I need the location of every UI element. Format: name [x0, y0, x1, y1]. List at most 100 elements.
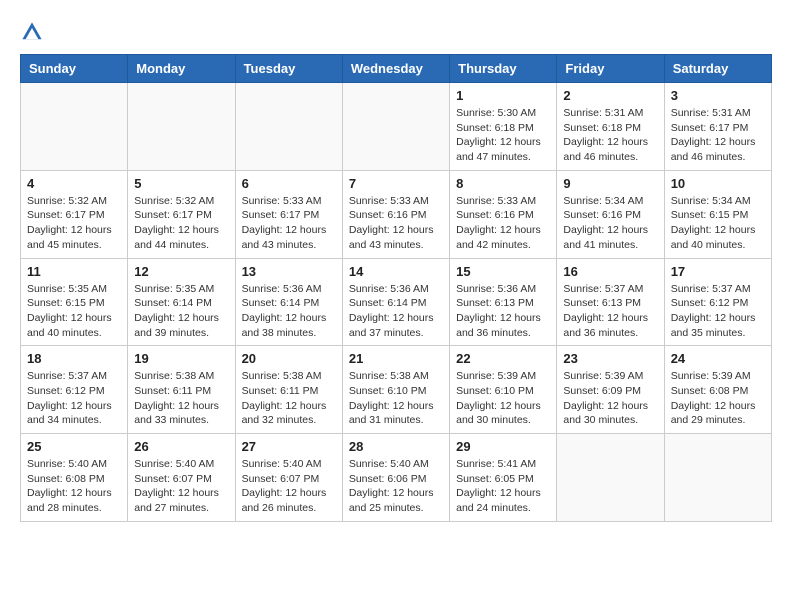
calendar-day-cell: 20 Sunrise: 5:38 AM Sunset: 6:11 PM Dayli…	[235, 346, 342, 434]
day-info: Sunrise: 5:40 AM Sunset: 6:06 PM Dayligh…	[349, 457, 443, 516]
day-info: Sunrise: 5:41 AM Sunset: 6:05 PM Dayligh…	[456, 457, 550, 516]
calendar-day-cell: 25 Sunrise: 5:40 AM Sunset: 6:08 PM Dayli…	[21, 434, 128, 522]
day-number: 21	[349, 351, 443, 366]
day-number: 6	[242, 176, 336, 191]
calendar-day-cell	[235, 83, 342, 171]
day-info: Sunrise: 5:35 AM Sunset: 6:15 PM Dayligh…	[27, 282, 121, 341]
calendar-day-header: Wednesday	[342, 55, 449, 83]
day-info: Sunrise: 5:30 AM Sunset: 6:18 PM Dayligh…	[456, 106, 550, 165]
day-number: 19	[134, 351, 228, 366]
day-info: Sunrise: 5:32 AM Sunset: 6:17 PM Dayligh…	[134, 194, 228, 253]
day-number: 17	[671, 264, 765, 279]
calendar-day-cell	[664, 434, 771, 522]
calendar-day-cell: 2 Sunrise: 5:31 AM Sunset: 6:18 PM Daylig…	[557, 83, 664, 171]
calendar-day-cell: 21 Sunrise: 5:38 AM Sunset: 6:10 PM Dayli…	[342, 346, 449, 434]
calendar-day-cell: 22 Sunrise: 5:39 AM Sunset: 6:10 PM Dayli…	[450, 346, 557, 434]
calendar-day-cell: 17 Sunrise: 5:37 AM Sunset: 6:12 PM Dayli…	[664, 258, 771, 346]
day-number: 4	[27, 176, 121, 191]
day-info: Sunrise: 5:37 AM Sunset: 6:12 PM Dayligh…	[27, 369, 121, 428]
calendar-day-cell: 3 Sunrise: 5:31 AM Sunset: 6:17 PM Daylig…	[664, 83, 771, 171]
day-number: 29	[456, 439, 550, 454]
calendar-day-cell: 29 Sunrise: 5:41 AM Sunset: 6:05 PM Dayli…	[450, 434, 557, 522]
calendar-day-cell: 24 Sunrise: 5:39 AM Sunset: 6:08 PM Dayli…	[664, 346, 771, 434]
calendar-day-cell: 5 Sunrise: 5:32 AM Sunset: 6:17 PM Daylig…	[128, 170, 235, 258]
calendar-day-cell	[342, 83, 449, 171]
day-number: 10	[671, 176, 765, 191]
calendar-day-cell	[21, 83, 128, 171]
day-number: 13	[242, 264, 336, 279]
day-info: Sunrise: 5:32 AM Sunset: 6:17 PM Dayligh…	[27, 194, 121, 253]
day-number: 23	[563, 351, 657, 366]
day-number: 15	[456, 264, 550, 279]
calendar-week-row: 18 Sunrise: 5:37 AM Sunset: 6:12 PM Dayli…	[21, 346, 772, 434]
calendar-day-cell: 7 Sunrise: 5:33 AM Sunset: 6:16 PM Daylig…	[342, 170, 449, 258]
calendar-day-header: Saturday	[664, 55, 771, 83]
day-info: Sunrise: 5:37 AM Sunset: 6:12 PM Dayligh…	[671, 282, 765, 341]
day-info: Sunrise: 5:33 AM Sunset: 6:16 PM Dayligh…	[349, 194, 443, 253]
logo	[20, 20, 48, 44]
day-number: 18	[27, 351, 121, 366]
day-info: Sunrise: 5:40 AM Sunset: 6:08 PM Dayligh…	[27, 457, 121, 516]
calendar-day-cell: 12Sunrise: 5:35 AM Sunset: 6:14 PM Dayli…	[128, 258, 235, 346]
day-number: 7	[349, 176, 443, 191]
day-info: Sunrise: 5:31 AM Sunset: 6:17 PM Dayligh…	[671, 106, 765, 165]
day-number: 9	[563, 176, 657, 191]
day-info: Sunrise: 5:36 AM Sunset: 6:13 PM Dayligh…	[456, 282, 550, 341]
calendar-day-header: Friday	[557, 55, 664, 83]
day-number: 14	[349, 264, 443, 279]
day-number: 1	[456, 88, 550, 103]
day-info: Sunrise: 5:39 AM Sunset: 6:08 PM Dayligh…	[671, 369, 765, 428]
day-number: 25	[27, 439, 121, 454]
day-number: 22	[456, 351, 550, 366]
day-info: Sunrise: 5:36 AM Sunset: 6:14 PM Dayligh…	[349, 282, 443, 341]
calendar-week-row: 4 Sunrise: 5:32 AM Sunset: 6:17 PM Daylig…	[21, 170, 772, 258]
day-info: Sunrise: 5:35 AM Sunset: 6:14 PM Dayligh…	[134, 282, 228, 341]
day-info: Sunrise: 5:37 AM Sunset: 6:13 PM Dayligh…	[563, 282, 657, 341]
day-number: 3	[671, 88, 765, 103]
calendar-day-header: Tuesday	[235, 55, 342, 83]
calendar-day-cell: 9Sunrise: 5:34 AM Sunset: 6:16 PM Daylig…	[557, 170, 664, 258]
calendar-day-cell: 26Sunrise: 5:40 AM Sunset: 6:07 PM Dayli…	[128, 434, 235, 522]
day-info: Sunrise: 5:38 AM Sunset: 6:10 PM Dayligh…	[349, 369, 443, 428]
day-info: Sunrise: 5:39 AM Sunset: 6:10 PM Dayligh…	[456, 369, 550, 428]
day-number: 5	[134, 176, 228, 191]
calendar-day-header: Sunday	[21, 55, 128, 83]
calendar-day-cell: 23 Sunrise: 5:39 AM Sunset: 6:09 PM Dayli…	[557, 346, 664, 434]
calendar-day-header: Monday	[128, 55, 235, 83]
day-info: Sunrise: 5:38 AM Sunset: 6:11 PM Dayligh…	[242, 369, 336, 428]
calendar-week-row: 25 Sunrise: 5:40 AM Sunset: 6:08 PM Dayli…	[21, 434, 772, 522]
day-info: Sunrise: 5:31 AM Sunset: 6:18 PM Dayligh…	[563, 106, 657, 165]
calendar-day-cell: 4 Sunrise: 5:32 AM Sunset: 6:17 PM Daylig…	[21, 170, 128, 258]
calendar-week-row: 11 Sunrise: 5:35 AM Sunset: 6:15 PM Dayli…	[21, 258, 772, 346]
calendar-day-cell	[557, 434, 664, 522]
calendar-day-cell: 8 Sunrise: 5:33 AM Sunset: 6:16 PM Daylig…	[450, 170, 557, 258]
day-number: 8	[456, 176, 550, 191]
calendar-day-cell: 13Sunrise: 5:36 AM Sunset: 6:14 PM Dayli…	[235, 258, 342, 346]
calendar-day-cell: 14 Sunrise: 5:36 AM Sunset: 6:14 PM Dayli…	[342, 258, 449, 346]
calendar-day-cell: 10 Sunrise: 5:34 AM Sunset: 6:15 PM Dayli…	[664, 170, 771, 258]
logo-icon	[20, 20, 44, 44]
day-number: 20	[242, 351, 336, 366]
day-number: 27	[242, 439, 336, 454]
calendar-day-cell: 28Sunrise: 5:40 AM Sunset: 6:06 PM Dayli…	[342, 434, 449, 522]
day-info: Sunrise: 5:39 AM Sunset: 6:09 PM Dayligh…	[563, 369, 657, 428]
day-number: 16	[563, 264, 657, 279]
calendar-day-cell: 11 Sunrise: 5:35 AM Sunset: 6:15 PM Dayli…	[21, 258, 128, 346]
day-number: 2	[563, 88, 657, 103]
calendar-day-cell	[128, 83, 235, 171]
calendar-day-cell: 18 Sunrise: 5:37 AM Sunset: 6:12 PM Dayli…	[21, 346, 128, 434]
day-info: Sunrise: 5:33 AM Sunset: 6:16 PM Dayligh…	[456, 194, 550, 253]
day-info: Sunrise: 5:38 AM Sunset: 6:11 PM Dayligh…	[134, 369, 228, 428]
day-info: Sunrise: 5:33 AM Sunset: 6:17 PM Dayligh…	[242, 194, 336, 253]
calendar-table: SundayMondayTuesdayWednesdayThursdayFrid…	[20, 54, 772, 522]
day-info: Sunrise: 5:34 AM Sunset: 6:15 PM Dayligh…	[671, 194, 765, 253]
calendar-header-row: SundayMondayTuesdayWednesdayThursdayFrid…	[21, 55, 772, 83]
calendar-day-cell: 27Sunrise: 5:40 AM Sunset: 6:07 PM Dayli…	[235, 434, 342, 522]
calendar-day-cell: 19 Sunrise: 5:38 AM Sunset: 6:11 PM Dayli…	[128, 346, 235, 434]
calendar-day-cell: 15 Sunrise: 5:36 AM Sunset: 6:13 PM Dayli…	[450, 258, 557, 346]
day-number: 11	[27, 264, 121, 279]
day-info: Sunrise: 5:40 AM Sunset: 6:07 PM Dayligh…	[134, 457, 228, 516]
calendar-day-header: Thursday	[450, 55, 557, 83]
day-number: 24	[671, 351, 765, 366]
calendar-day-cell: 1 Sunrise: 5:30 AM Sunset: 6:18 PM Daylig…	[450, 83, 557, 171]
